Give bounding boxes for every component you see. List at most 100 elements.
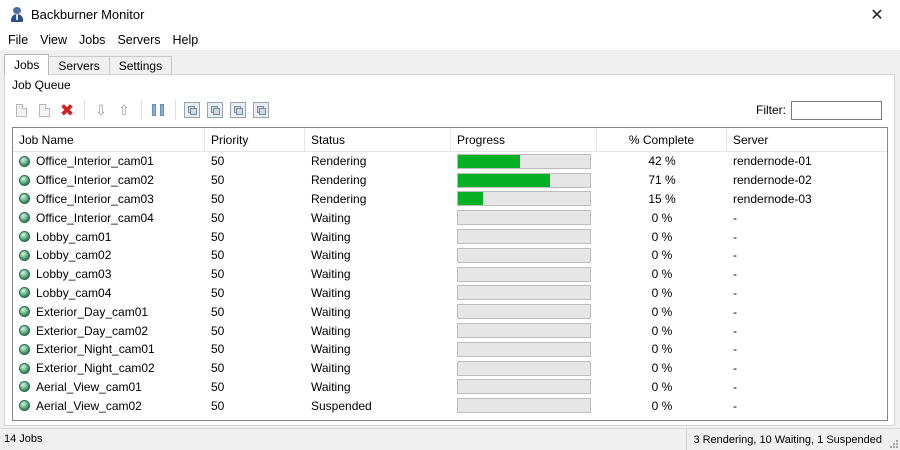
table-row[interactable]: Office_Interior_cam02 50 Rendering 71 % rend…	[13, 171, 887, 190]
table-row[interactable]: Lobby_cam03 50 Waiting 0 % -	[13, 265, 887, 284]
job-name-cell: Lobby_cam02	[13, 248, 205, 262]
table-row[interactable]: Office_Interior_cam03 50 Rendering 15 % rend…	[13, 190, 887, 209]
job-name: Lobby_cam02	[36, 248, 112, 263]
resize-grip-icon[interactable]	[888, 438, 898, 448]
status-cell: Rendering	[311, 154, 367, 169]
progress-cell	[451, 191, 597, 207]
server-up-button[interactable]	[228, 100, 248, 120]
new-job-button[interactable]	[11, 100, 31, 120]
job-name-cell: Lobby_cam03	[13, 267, 205, 281]
percent-complete-cell: 0 %	[651, 210, 673, 225]
status-cell: Waiting	[311, 379, 351, 394]
server-cell: -	[733, 323, 737, 338]
tab-servers[interactable]: Servers	[48, 56, 110, 75]
pause-icon	[152, 104, 164, 116]
priority-cell: 50	[211, 379, 225, 394]
menu-help[interactable]: Help	[169, 33, 203, 47]
table-row[interactable]: Office_Interior_cam01 50 Rendering 42 % rend…	[13, 152, 887, 171]
status-summary: 3 Rendering, 10 Waiting, 1 Suspended	[686, 429, 900, 450]
new-job-icon	[15, 103, 27, 117]
progress-cell	[451, 247, 597, 263]
job-name: Lobby_cam03	[36, 267, 112, 282]
job-status-orb-icon	[19, 381, 30, 393]
filter-input[interactable]	[791, 101, 882, 120]
priority-cell: 50	[211, 248, 225, 263]
progress-bar	[457, 379, 591, 395]
status-cell: Waiting	[311, 342, 351, 357]
copy-job-button[interactable]	[34, 100, 54, 120]
server-assign-icon	[184, 102, 200, 118]
job-name-cell: Lobby_cam01	[13, 230, 205, 244]
progress-bar	[457, 191, 591, 207]
delete-job-button[interactable]: ✖	[57, 100, 77, 120]
status-cell: Waiting	[311, 210, 351, 225]
pause-button[interactable]	[148, 100, 168, 120]
priority-cell: 50	[211, 154, 225, 169]
group-title: Job Queue	[12, 78, 71, 92]
table-row[interactable]: Office_Interior_cam04 50 Waiting 0 % -	[13, 208, 887, 227]
percent-complete-cell: 0 %	[651, 398, 673, 413]
job-status-orb-icon	[19, 343, 30, 355]
menu-servers[interactable]: Servers	[113, 33, 164, 47]
progress-cell	[451, 210, 597, 226]
column-header-server[interactable]: Server	[727, 128, 887, 152]
tab-settings[interactable]: Settings	[108, 56, 173, 75]
table-row[interactable]: Lobby_cam02 50 Waiting 0 % -	[13, 246, 887, 265]
table-row[interactable]: Exterior_Day_cam01 50 Waiting 0 % -	[13, 302, 887, 321]
status-summary-text: 3 Rendering, 10 Waiting, 1 Suspended	[693, 434, 882, 446]
table-row[interactable]: Lobby_cam04 50 Waiting 0 % -	[13, 284, 887, 303]
server-remove-icon	[207, 102, 223, 118]
job-name-cell: Exterior_Day_cam01	[13, 305, 205, 319]
column-header-percent-complete[interactable]: % Complete	[597, 128, 727, 152]
job-count: 14 Jobs	[4, 433, 43, 445]
server-cell: rendernode-02	[733, 173, 812, 188]
job-name-cell: Exterior_Night_cam02	[13, 361, 205, 375]
job-name-cell: Exterior_Day_cam02	[13, 324, 205, 338]
server-cell: -	[733, 210, 737, 225]
table-row[interactable]: Exterior_Night_cam02 50 Waiting 0 % -	[13, 359, 887, 378]
server-cell: rendernode-01	[733, 154, 812, 169]
table-row[interactable]: Exterior_Day_cam02 50 Waiting 0 % -	[13, 321, 887, 340]
percent-complete-cell: 15 %	[648, 191, 676, 206]
toolbar-separator	[141, 100, 142, 120]
move-down-button[interactable]: ⇩	[91, 100, 111, 120]
status-cell: Waiting	[311, 229, 351, 244]
column-header-priority[interactable]: Priority	[205, 128, 305, 152]
server-cell: -	[733, 229, 737, 244]
move-down-icon: ⇩	[95, 102, 107, 118]
table-row[interactable]: Aerial_View_cam01 50 Waiting 0 % -	[13, 378, 887, 397]
percent-complete-cell: 0 %	[651, 267, 673, 282]
job-status-orb-icon	[19, 400, 30, 412]
job-list[interactable]: Job Name Priority Status Progress % Comp…	[12, 127, 888, 421]
close-button[interactable]: ✕	[854, 0, 900, 29]
server-assign-button[interactable]	[182, 100, 202, 120]
job-name: Lobby_cam04	[36, 285, 112, 300]
menu-jobs[interactable]: Jobs	[75, 33, 109, 47]
progress-bar-fill	[458, 173, 551, 187]
column-header-job-name[interactable]: Job Name	[13, 128, 205, 152]
priority-cell: 50	[211, 210, 225, 225]
column-header-status[interactable]: Status	[305, 128, 451, 152]
table-row[interactable]: Lobby_cam01 50 Waiting 0 % -	[13, 227, 887, 246]
progress-bar-fill	[458, 192, 484, 206]
move-up-button[interactable]: ⇧	[114, 100, 134, 120]
server-remove-button[interactable]	[205, 100, 225, 120]
job-name-cell: Office_Interior_cam04	[13, 211, 205, 225]
progress-bar	[457, 398, 591, 414]
status-cell: Rendering	[311, 191, 367, 206]
job-status-orb-icon	[19, 362, 30, 374]
menu-view[interactable]: View	[36, 33, 71, 47]
progress-cell	[451, 153, 597, 169]
server-down-button[interactable]	[251, 100, 271, 120]
server-cell: -	[733, 248, 737, 263]
tab-jobs[interactable]: Jobs	[4, 54, 50, 75]
progress-cell	[451, 323, 597, 339]
table-row[interactable]: Aerial_View_cam02 50 Suspended 0 % -	[13, 396, 887, 415]
menu-file[interactable]: File	[4, 33, 32, 47]
server-cell: -	[733, 398, 737, 413]
job-status-orb-icon	[19, 306, 30, 318]
job-name-cell: Office_Interior_cam02	[13, 173, 205, 187]
column-header-progress[interactable]: Progress	[451, 128, 597, 152]
table-row[interactable]: Exterior_Night_cam01 50 Waiting 0 % -	[13, 340, 887, 359]
priority-cell: 50	[211, 304, 225, 319]
